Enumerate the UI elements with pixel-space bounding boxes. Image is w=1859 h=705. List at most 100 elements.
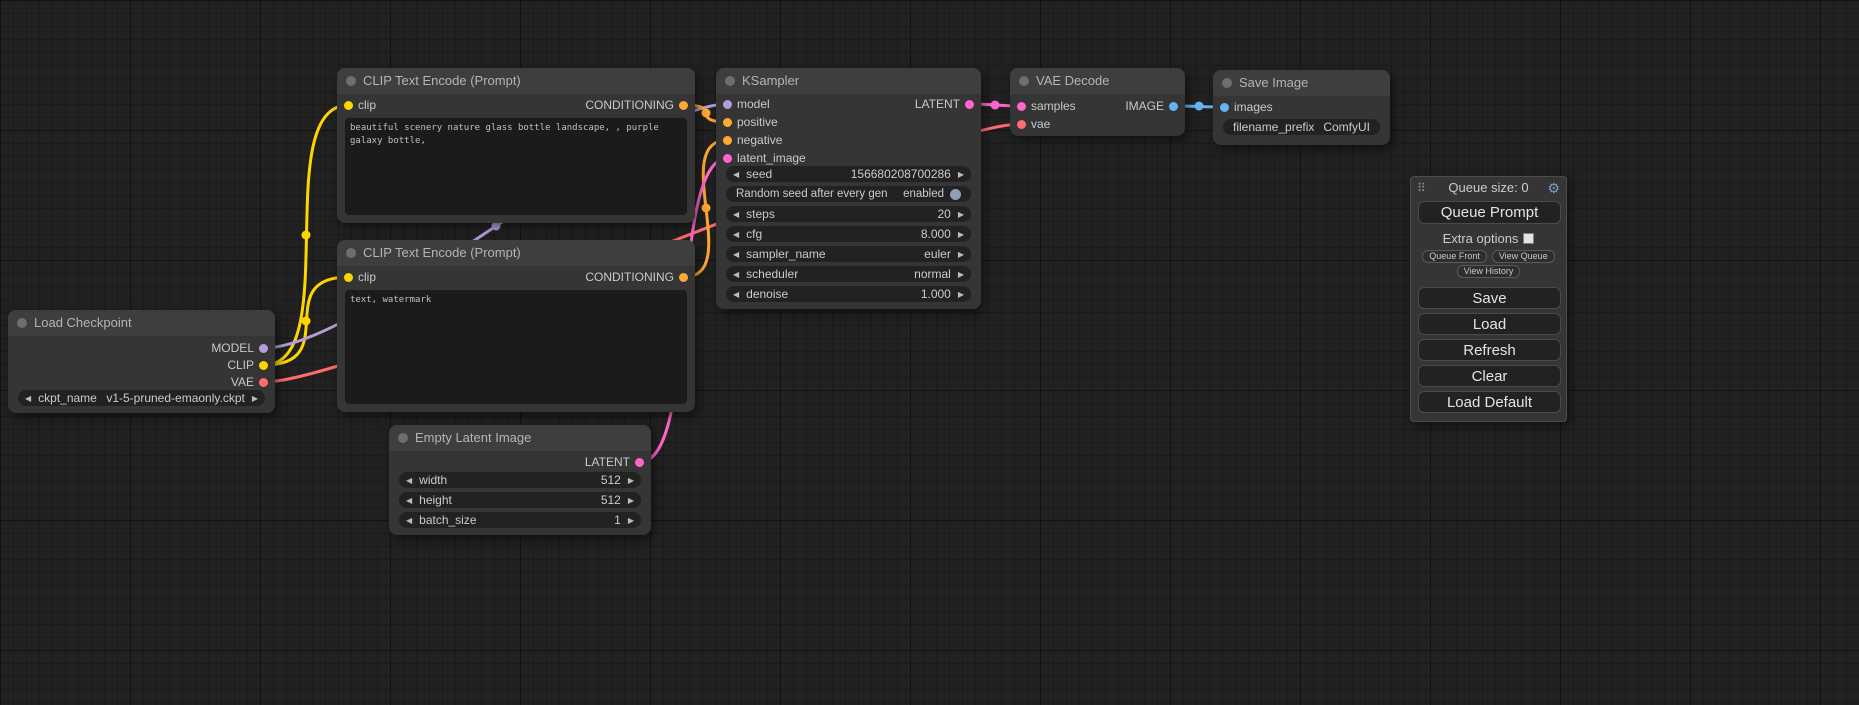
node-empty-latent-image[interactable]: Empty Latent Image LATENT ◀ width 512 ▶ … [389, 425, 651, 535]
increment-arrow-icon[interactable]: ▶ [958, 270, 964, 279]
node-save-image[interactable]: Save Image images filename_prefix ComfyU… [1213, 70, 1390, 145]
collapse-dot-icon[interactable] [346, 76, 356, 86]
collapse-dot-icon[interactable] [398, 433, 408, 443]
model-output-port[interactable] [259, 344, 268, 353]
view-queue-button[interactable]: View Queue [1492, 250, 1555, 263]
image-output-port[interactable] [1169, 102, 1178, 111]
conditioning-output-port[interactable] [679, 273, 688, 282]
clip-output-port[interactable] [259, 361, 268, 370]
extra-options-checkbox[interactable] [1523, 233, 1534, 244]
model-output-slot[interactable]: MODEL [211, 340, 268, 356]
conditioning-output-port[interactable] [679, 101, 688, 110]
load-checkpoint-title-bar[interactable]: Load Checkpoint [8, 310, 275, 336]
negative-prompt-textarea[interactable]: text, watermark [345, 290, 687, 404]
clip-output-slot[interactable]: CLIP [227, 357, 268, 373]
widget-value[interactable]: v1-5-pruned-emaonly.ckpt [106, 391, 245, 405]
clip-input-slot[interactable]: clip [344, 97, 376, 113]
batch-size-widget[interactable]: ◀ batch_size 1 ▶ [399, 512, 641, 528]
settings-gear-icon[interactable]: ⚙ [1547, 177, 1560, 199]
widget-value[interactable]: normal [914, 267, 951, 281]
scheduler-widget[interactable]: ◀ scheduler normal ▶ [726, 266, 971, 282]
vae-output-slot[interactable]: VAE [231, 374, 268, 390]
refresh-button[interactable]: Refresh [1418, 339, 1561, 361]
collapse-dot-icon[interactable] [17, 318, 27, 328]
latent-image-input-port[interactable] [723, 154, 732, 163]
vae-input-port[interactable] [1017, 120, 1026, 129]
node-ksampler[interactable]: KSampler model LATENT positive negative … [716, 68, 981, 309]
random-seed-widget[interactable]: Random seed after every gen enabled [726, 186, 971, 202]
seed-widget[interactable]: ◀ seed 156680208700286 ▶ [726, 166, 971, 182]
conditioning-output-slot[interactable]: CONDITIONING [585, 97, 688, 113]
widget-value[interactable]: 512 [601, 493, 621, 507]
clip-input-port[interactable] [344, 101, 353, 110]
clear-button[interactable]: Clear [1418, 365, 1561, 387]
latent-output-port[interactable] [635, 458, 644, 467]
increment-arrow-icon[interactable]: ▶ [628, 496, 634, 505]
samples-input-port[interactable] [1017, 102, 1026, 111]
node-graph-canvas[interactable]: Load Checkpoint MODEL CLIP VAE ◀ ckpt_na… [0, 0, 1859, 705]
increment-arrow-icon[interactable]: ▶ [958, 230, 964, 239]
empty-latent-title-bar[interactable]: Empty Latent Image [389, 425, 651, 451]
node-load-checkpoint[interactable]: Load Checkpoint MODEL CLIP VAE ◀ ckpt_na… [8, 310, 275, 413]
drag-handle-icon[interactable]: ⠿ [1417, 177, 1426, 199]
node-clip-text-encode-negative[interactable]: CLIP Text Encode (Prompt) clip CONDITION… [337, 240, 695, 412]
image-output-slot[interactable]: IMAGE [1125, 98, 1178, 114]
denoise-widget[interactable]: ◀ denoise 1.000 ▶ [726, 286, 971, 302]
vae-output-port[interactable] [259, 378, 268, 387]
collapse-dot-icon[interactable] [725, 76, 735, 86]
node-vae-decode[interactable]: VAE Decode samples IMAGE vae [1010, 68, 1185, 136]
clip-encode-title-bar[interactable]: CLIP Text Encode (Prompt) [337, 68, 695, 94]
widget-value[interactable]: 1 [614, 513, 621, 527]
increment-arrow-icon[interactable]: ▶ [958, 170, 964, 179]
increment-arrow-icon[interactable]: ▶ [252, 394, 258, 403]
width-widget[interactable]: ◀ width 512 ▶ [399, 472, 641, 488]
conditioning-output-slot[interactable]: CONDITIONING [585, 269, 688, 285]
negative-input-port[interactable] [723, 136, 732, 145]
widget-value[interactable]: euler [924, 247, 951, 261]
sampler-name-widget[interactable]: ◀ sampler_name euler ▶ [726, 246, 971, 262]
negative-input-slot[interactable]: negative [723, 132, 782, 148]
latent-output-slot[interactable]: LATENT [585, 454, 644, 470]
images-input-slot[interactable]: images [1220, 99, 1273, 115]
vae-decode-title-bar[interactable]: VAE Decode [1010, 68, 1185, 94]
toggle-dot-icon[interactable] [950, 189, 961, 200]
increment-arrow-icon[interactable]: ▶ [958, 250, 964, 259]
widget-value[interactable]: 8.000 [921, 227, 951, 241]
model-input-slot[interactable]: model [723, 96, 770, 112]
images-input-port[interactable] [1220, 103, 1229, 112]
ksampler-title-bar[interactable]: KSampler [716, 68, 981, 94]
clip-input-slot[interactable]: clip [344, 269, 376, 285]
decrement-arrow-icon[interactable]: ◀ [733, 270, 739, 279]
increment-arrow-icon[interactable]: ▶ [958, 290, 964, 299]
latent-image-input-slot[interactable]: latent_image [723, 150, 806, 166]
height-widget[interactable]: ◀ height 512 ▶ [399, 492, 641, 508]
decrement-arrow-icon[interactable]: ◀ [733, 290, 739, 299]
widget-value[interactable]: ComfyUI [1323, 120, 1370, 134]
decrement-arrow-icon[interactable]: ◀ [406, 476, 412, 485]
clip-encode-title-bar[interactable]: CLIP Text Encode (Prompt) [337, 240, 695, 266]
queue-front-button[interactable]: Queue Front [1422, 250, 1487, 263]
latent-output-slot[interactable]: LATENT [915, 96, 974, 112]
decrement-arrow-icon[interactable]: ◀ [733, 170, 739, 179]
increment-arrow-icon[interactable]: ▶ [628, 476, 634, 485]
node-clip-text-encode-positive[interactable]: CLIP Text Encode (Prompt) clip CONDITION… [337, 68, 695, 223]
ckpt-name-widget[interactable]: ◀ ckpt_name v1-5-pruned-emaonly.ckpt ▶ [18, 390, 265, 406]
decrement-arrow-icon[interactable]: ◀ [406, 516, 412, 525]
save-image-title-bar[interactable]: Save Image [1213, 70, 1390, 96]
positive-prompt-textarea[interactable]: beautiful scenery nature glass bottle la… [345, 118, 687, 215]
load-button[interactable]: Load [1418, 313, 1561, 335]
vae-input-slot[interactable]: vae [1017, 116, 1050, 132]
model-input-port[interactable] [723, 100, 732, 109]
widget-value[interactable]: 20 [937, 207, 950, 221]
decrement-arrow-icon[interactable]: ◀ [406, 496, 412, 505]
save-button[interactable]: Save [1418, 287, 1561, 309]
clip-input-port[interactable] [344, 273, 353, 282]
decrement-arrow-icon[interactable]: ◀ [25, 394, 31, 403]
positive-input-slot[interactable]: positive [723, 114, 778, 130]
view-history-button[interactable]: View History [1457, 265, 1521, 278]
widget-value[interactable]: enabled [903, 188, 944, 200]
decrement-arrow-icon[interactable]: ◀ [733, 250, 739, 259]
filename-prefix-widget[interactable]: filename_prefix ComfyUI [1223, 119, 1380, 135]
increment-arrow-icon[interactable]: ▶ [958, 210, 964, 219]
queue-prompt-button[interactable]: Queue Prompt [1418, 201, 1561, 224]
